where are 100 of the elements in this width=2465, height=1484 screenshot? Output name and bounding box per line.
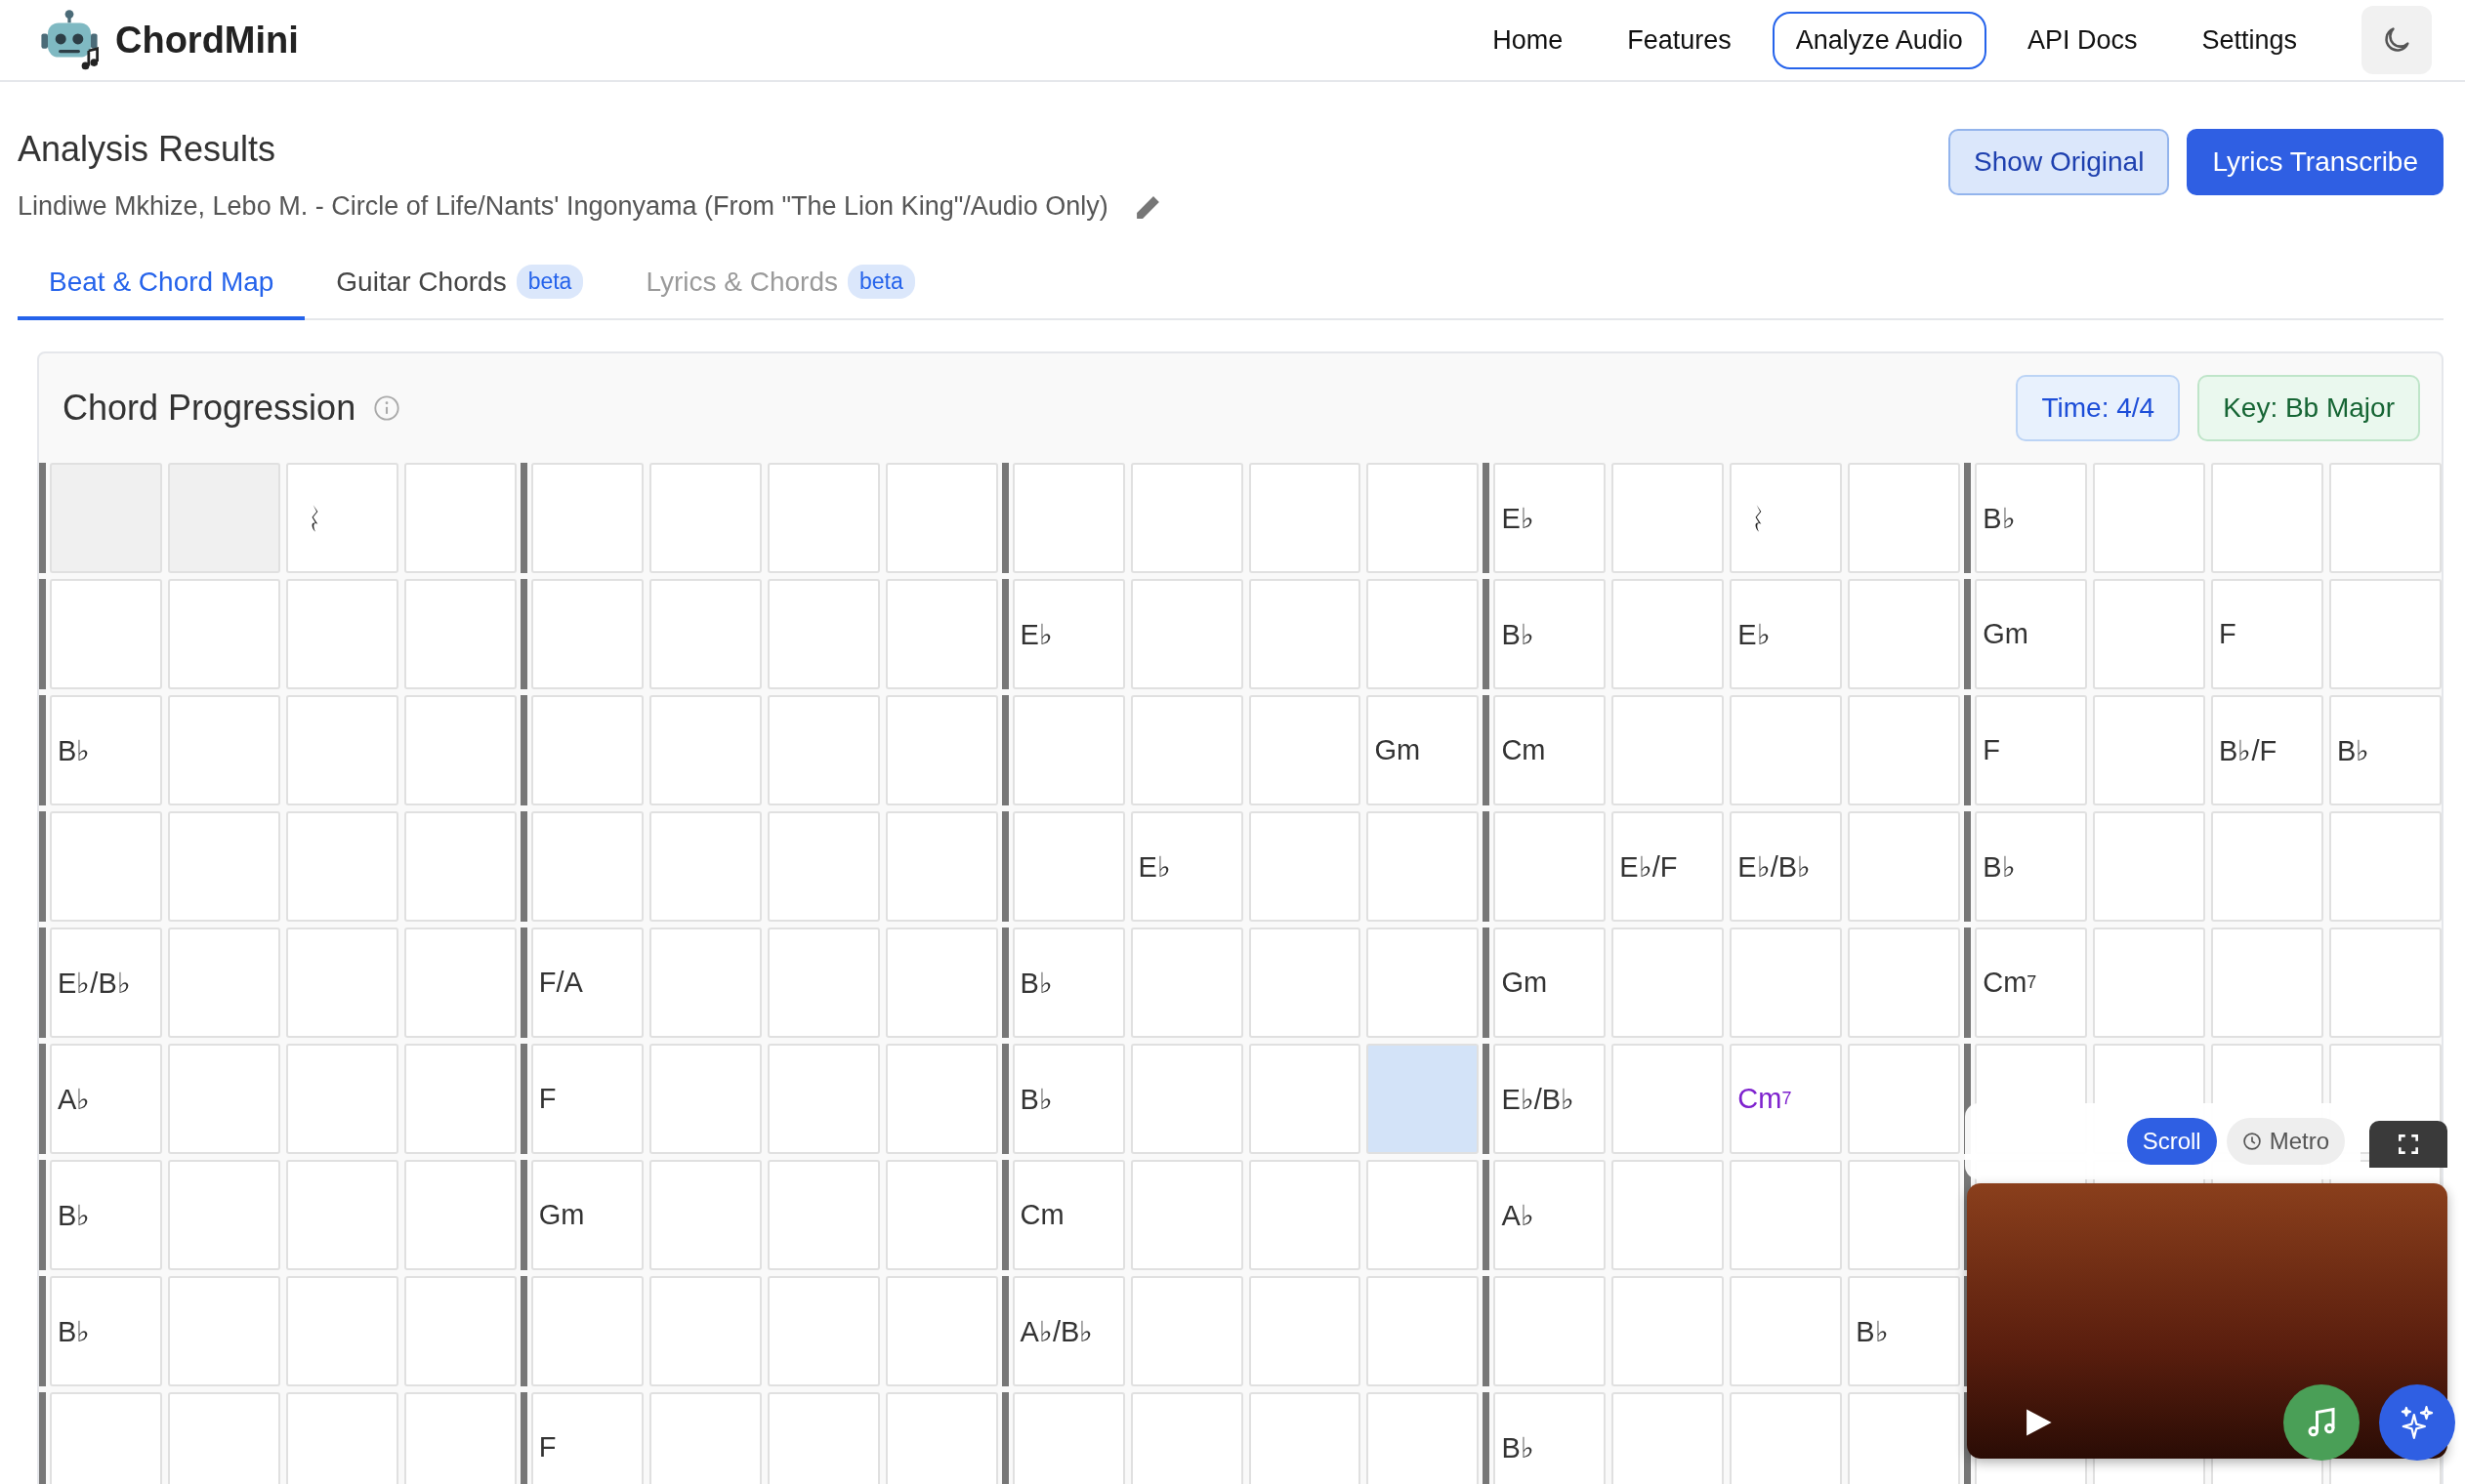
beat-cell[interactable]	[648, 1276, 762, 1386]
beat-cell[interactable]	[1012, 695, 1125, 805]
beat-cell[interactable]	[1611, 1160, 1725, 1270]
tab[interactable]: Beat & Chord Map	[18, 251, 306, 320]
transcribe-button[interactable]: Lyrics Transcribe	[2187, 129, 2444, 195]
chord-cell[interactable]: Gm	[1366, 695, 1480, 805]
beat-cell[interactable]	[530, 579, 644, 689]
beat-cell[interactable]	[1493, 1276, 1607, 1386]
scroll-button[interactable]: Scroll	[2126, 1118, 2217, 1165]
beat-cell[interactable]	[285, 579, 398, 689]
beat-cell[interactable]	[885, 463, 998, 573]
beat-cell[interactable]	[50, 1392, 162, 1484]
beat-cell[interactable]	[167, 811, 280, 922]
beat-cell[interactable]	[403, 695, 517, 805]
beat-cell[interactable]	[767, 695, 880, 805]
beat-cell[interactable]	[767, 1392, 880, 1484]
beat-cell[interactable]	[403, 579, 517, 689]
chord-cell[interactable]: A♭	[1493, 1160, 1607, 1270]
beat-cell[interactable]	[1366, 579, 1480, 689]
beat-cell[interactable]	[2093, 463, 2206, 573]
beat-cell[interactable]	[285, 1276, 398, 1386]
beat-cell[interactable]	[1848, 579, 1961, 689]
beat-cell[interactable]	[285, 695, 398, 805]
beat-cell[interactable]	[1611, 579, 1725, 689]
beat-cell[interactable]	[1366, 1276, 1480, 1386]
beat-cell[interactable]	[1848, 695, 1961, 805]
dark-mode-button[interactable]	[2361, 6, 2432, 74]
beat-cell[interactable]	[2211, 463, 2324, 573]
beat-cell[interactable]	[767, 811, 880, 922]
beat-cell[interactable]	[1248, 1160, 1361, 1270]
beat-cell[interactable]	[2329, 928, 2442, 1038]
beat-cell[interactable]	[1611, 928, 1725, 1038]
chord-cell[interactable]: Cm	[1012, 1160, 1125, 1270]
beat-cell[interactable]	[285, 1392, 398, 1484]
beat-cell[interactable]	[885, 1392, 998, 1484]
nav-link[interactable]: API Docs	[2003, 11, 2161, 69]
nav-link[interactable]: Analyze Audio	[1772, 11, 1986, 69]
chord-cell[interactable]: B♭	[1012, 928, 1125, 1038]
beat-cell[interactable]	[1248, 1044, 1361, 1154]
beat-cell[interactable]	[50, 811, 162, 922]
chord-cell[interactable]: A♭/B♭	[1012, 1276, 1125, 1386]
beat-cell[interactable]	[285, 1044, 398, 1154]
beat-cell[interactable]	[403, 1160, 517, 1270]
beat-cell[interactable]	[403, 1276, 517, 1386]
beat-cell[interactable]	[1366, 1160, 1480, 1270]
beat-cell[interactable]	[2329, 463, 2442, 573]
beat-cell[interactable]	[167, 1276, 280, 1386]
beat-cell[interactable]	[1130, 579, 1243, 689]
chord-cell[interactable]: E♭	[1130, 811, 1243, 922]
beat-cell[interactable]	[885, 928, 998, 1038]
chord-cell[interactable]: E♭/F	[1611, 811, 1725, 922]
chord-cell[interactable]: E♭/B♭	[1730, 811, 1843, 922]
beat-cell[interactable]	[885, 695, 998, 805]
beat-cell[interactable]	[767, 1276, 880, 1386]
beat-cell[interactable]	[1130, 1392, 1243, 1484]
chord-cell[interactable]: B♭	[1975, 463, 2088, 573]
beat-cell[interactable]	[403, 1392, 517, 1484]
beat-cell[interactable]	[167, 1392, 280, 1484]
beat-cell[interactable]	[885, 811, 998, 922]
chord-cell[interactable]: Gm	[530, 1160, 644, 1270]
metronome-button[interactable]: Metro	[2226, 1118, 2345, 1165]
beat-cell[interactable]	[1130, 1276, 1243, 1386]
beat-cell[interactable]	[1248, 1276, 1361, 1386]
beat-cell[interactable]	[1493, 811, 1607, 922]
beat-cell[interactable]	[1848, 1392, 1961, 1484]
chord-cell[interactable]: E♭	[1493, 463, 1607, 573]
beat-cell[interactable]	[648, 695, 762, 805]
beat-cell[interactable]	[1130, 1160, 1243, 1270]
beat-cell[interactable]	[1848, 811, 1961, 922]
beat-cell[interactable]	[885, 1044, 998, 1154]
beat-cell[interactable]	[1012, 1392, 1125, 1484]
show-original-button[interactable]: Show Original	[1948, 129, 2170, 195]
chord-cell[interactable]: F	[1975, 695, 2088, 805]
current-beat-cell[interactable]	[1366, 1044, 1480, 1154]
beat-cell[interactable]	[648, 1160, 762, 1270]
beat-cell[interactable]	[1611, 1392, 1725, 1484]
beat-cell[interactable]	[2211, 928, 2324, 1038]
chord-cell[interactable]: E♭	[1730, 579, 1843, 689]
beat-cell[interactable]	[2329, 811, 2442, 922]
chord-cell[interactable]: Cm$^{7}$	[1730, 1044, 1843, 1154]
beat-cell[interactable]	[1730, 1160, 1843, 1270]
chord-cell[interactable]: E♭	[1012, 579, 1125, 689]
beat-cell[interactable]	[2211, 811, 2324, 922]
beat-cell[interactable]	[167, 695, 280, 805]
beat-cell[interactable]	[1130, 695, 1243, 805]
beat-cell[interactable]	[885, 1160, 998, 1270]
beat-cell[interactable]	[530, 695, 644, 805]
beat-cell[interactable]	[1366, 811, 1480, 922]
beat-cell[interactable]	[1611, 695, 1725, 805]
chord-cell[interactable]: B♭/F	[2211, 695, 2324, 805]
beat-cell[interactable]	[285, 928, 398, 1038]
beat-cell[interactable]	[1730, 1392, 1843, 1484]
beat-cell[interactable]	[403, 1044, 517, 1154]
info-icon[interactable]	[373, 394, 401, 422]
beat-cell[interactable]	[1730, 695, 1843, 805]
beat-cell[interactable]	[767, 579, 880, 689]
beat-cell[interactable]	[167, 1044, 280, 1154]
beat-cell[interactable]	[767, 928, 880, 1038]
chord-cell[interactable]: F/A	[530, 928, 644, 1038]
beat-cell[interactable]	[1366, 1392, 1480, 1484]
